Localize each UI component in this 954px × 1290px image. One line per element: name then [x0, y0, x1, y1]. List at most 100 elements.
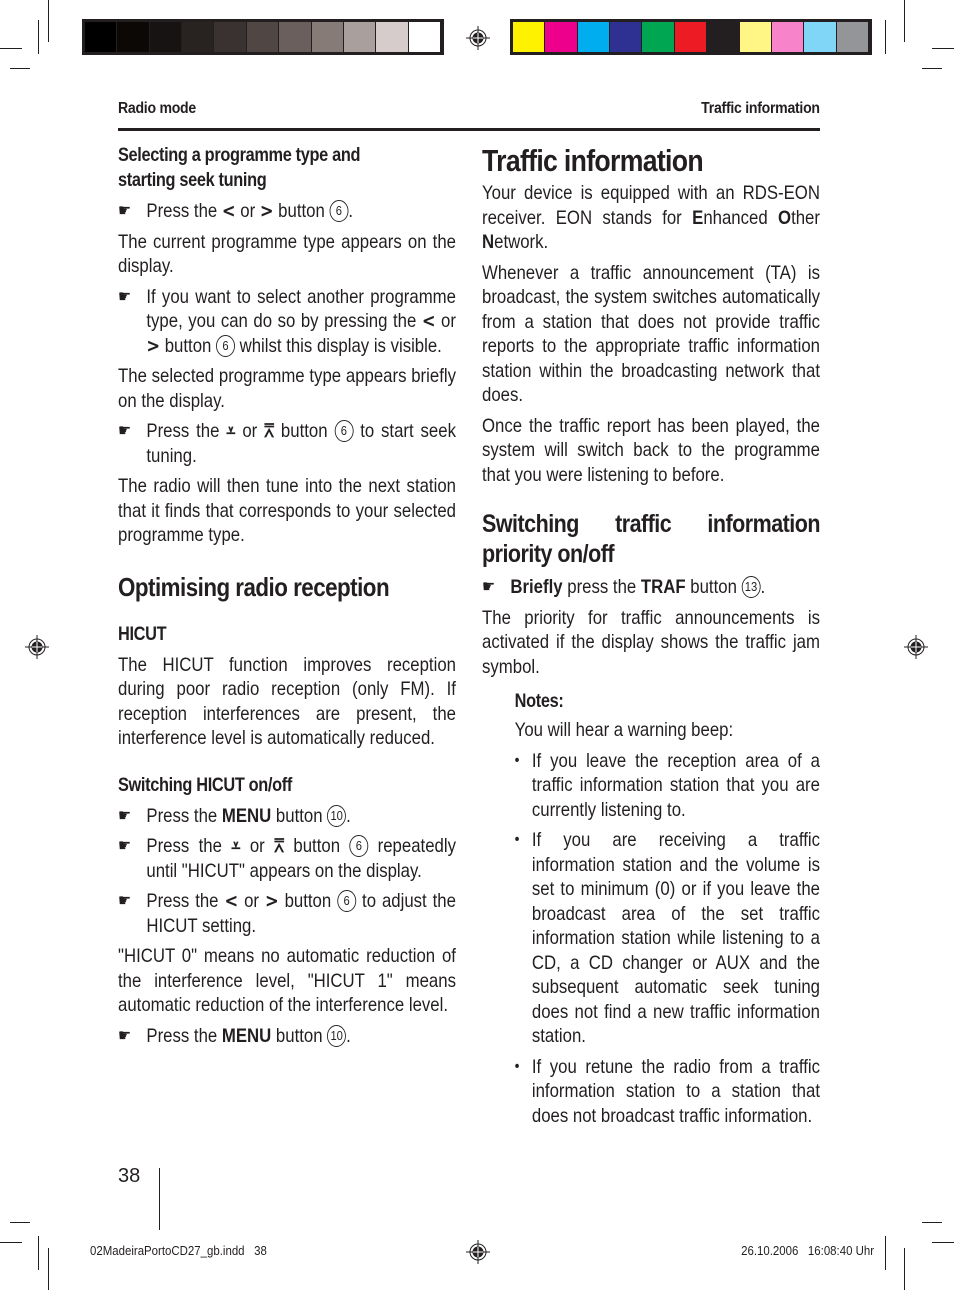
notes-block: Notes: You will hear a warning beep: • If…: [515, 689, 820, 1128]
step-text: button: [160, 334, 217, 357]
crop-mark: [48, 0, 49, 42]
registration-mark-icon: [466, 1240, 490, 1264]
step-text: press the: [562, 576, 641, 598]
left-arrow-icon: <: [421, 310, 436, 332]
seek-down-arrow-icon: ⩡: [231, 835, 241, 857]
body-paragraph: Whenever a traffic announcement (TA) is …: [482, 261, 820, 407]
subsection-heading: HICUT: [118, 623, 167, 645]
print-timestamp: 26.10.2006 16:08:40 Uhr: [741, 1243, 874, 1258]
step-text: .: [346, 804, 351, 827]
bullet-icon: •: [514, 751, 520, 769]
acronym-letter: E: [692, 206, 704, 229]
header-section-right: Traffic information: [701, 100, 820, 117]
body-paragraph: Your device is equipped with an RDS-EON …: [482, 181, 820, 255]
registration-mark-icon: [904, 635, 928, 659]
step-text: or: [235, 420, 265, 442]
right-column: Traffic information Your device is equip…: [482, 143, 820, 1128]
step-text: Press the: [146, 420, 227, 442]
instruction-step: ☛ Press the MENU button 10.: [118, 804, 456, 829]
bullet-icon: •: [514, 1057, 520, 1075]
pointing-hand-icon: ☛: [118, 201, 132, 220]
body-paragraph: The selected programme type appears brie…: [118, 365, 456, 412]
gray-swatch: [246, 22, 279, 52]
step-text: button: [271, 804, 328, 827]
button-number-badge: 13: [741, 576, 761, 598]
step-text: Press the: [146, 835, 232, 857]
gray-swatch: [311, 22, 343, 52]
gray-swatch: [279, 22, 311, 52]
step-text: Press the: [146, 804, 222, 827]
crop-mark: [904, 1248, 905, 1290]
acronym-letter: N: [482, 231, 495, 253]
text-run: etwork.: [494, 231, 549, 253]
gutter-line: [159, 1168, 160, 1230]
color-swatch: [610, 22, 642, 52]
gray-swatch: [117, 22, 149, 52]
right-arrow-icon: >: [146, 334, 161, 357]
notes-intro: You will hear a warning beep:: [514, 719, 734, 741]
crop-mark: [922, 1222, 942, 1223]
color-swatch: [771, 22, 804, 52]
color-swatch: [513, 22, 545, 52]
pointing-hand-icon: ☛: [118, 805, 132, 825]
right-arrow-icon: >: [259, 200, 274, 222]
step-text: Press the: [146, 890, 225, 912]
instruction-step: ☛ Press the ⩡ or ⩞ button 6 to start see…: [118, 419, 456, 468]
step-text: or: [240, 835, 275, 857]
left-arrow-icon: <: [221, 200, 236, 222]
step-text: button: [271, 1024, 328, 1047]
button-number-badge: 6: [216, 334, 235, 357]
crop-mark: [0, 1242, 22, 1243]
section-heading: Switching traffic information priority o…: [482, 510, 820, 568]
step-text: .: [348, 200, 354, 222]
running-header: Radio mode Traffic information: [118, 100, 820, 131]
color-calibration-bar: [510, 19, 872, 55]
instruction-step: ☛ Press the MENU button 10.: [118, 1024, 456, 1049]
pointing-hand-icon: ☛: [482, 577, 496, 596]
note-item: • If you leave the reception area of a tr…: [515, 749, 820, 823]
registration-mark-icon: [466, 26, 490, 50]
file-info: 02MadeiraPortoCD27_gb.indd 38: [90, 1243, 267, 1258]
crop-mark: [0, 48, 22, 49]
acronym-letter: O: [778, 206, 792, 229]
heading-line: Selecting a programme type and: [118, 145, 361, 166]
color-swatch: [642, 22, 674, 52]
crop-mark: [38, 20, 39, 54]
section-heading: Selecting a programme type and starting s…: [118, 143, 456, 193]
emphasis-text: Briefly: [510, 576, 563, 598]
note-item: • If you retune the radio from a traffic …: [515, 1055, 820, 1129]
step-text: Press the: [146, 200, 222, 222]
seek-down-arrow-icon: ⩡: [226, 420, 236, 442]
text-run: nhanced: [703, 206, 779, 229]
button-number-badge: 6: [329, 200, 349, 222]
button-name: MENU: [221, 1024, 272, 1047]
step-text: button: [278, 890, 338, 912]
crop-mark: [10, 68, 30, 69]
gray-swatch: [149, 22, 182, 52]
instruction-step: ☛ Briefly press the TRAF button 13.: [482, 575, 820, 600]
gray-swatch: [214, 22, 246, 52]
color-swatch: [804, 22, 836, 52]
step-text: button: [685, 576, 742, 598]
body-paragraph: The priority for traffic announcements i…: [482, 606, 820, 678]
instruction-step: ☛ Press the < or > button 6 to adjust th…: [118, 889, 456, 938]
grayscale-calibration-bar: [82, 19, 444, 55]
instruction-step: ☛ Press the ⩡ or ⩞ button 6 repeatedly u…: [118, 834, 456, 883]
button-number-badge: 6: [337, 890, 357, 912]
step-text: If you want to select another programme …: [146, 285, 456, 333]
body-paragraph: The radio will then tune into the next s…: [118, 475, 456, 546]
color-swatch: [577, 22, 610, 52]
section-heading: Optimising radio reception: [118, 571, 390, 602]
gray-swatch: [343, 22, 376, 52]
pointing-hand-icon: ☛: [118, 286, 132, 306]
button-number-badge: 6: [334, 420, 354, 442]
step-text: or: [435, 310, 456, 332]
body-paragraph: The current programme type appears on th…: [118, 230, 456, 278]
registration-mark-icon: [25, 635, 49, 659]
note-item: • If you are receiving a traffic informat…: [515, 828, 820, 1049]
pointing-hand-icon: ☛: [118, 891, 132, 910]
crop-mark: [38, 1236, 39, 1270]
step-text: .: [346, 1024, 351, 1047]
subsection-heading: Switching HICUT on/off: [118, 774, 292, 796]
left-column: Selecting a programme type and starting s…: [118, 143, 456, 1048]
